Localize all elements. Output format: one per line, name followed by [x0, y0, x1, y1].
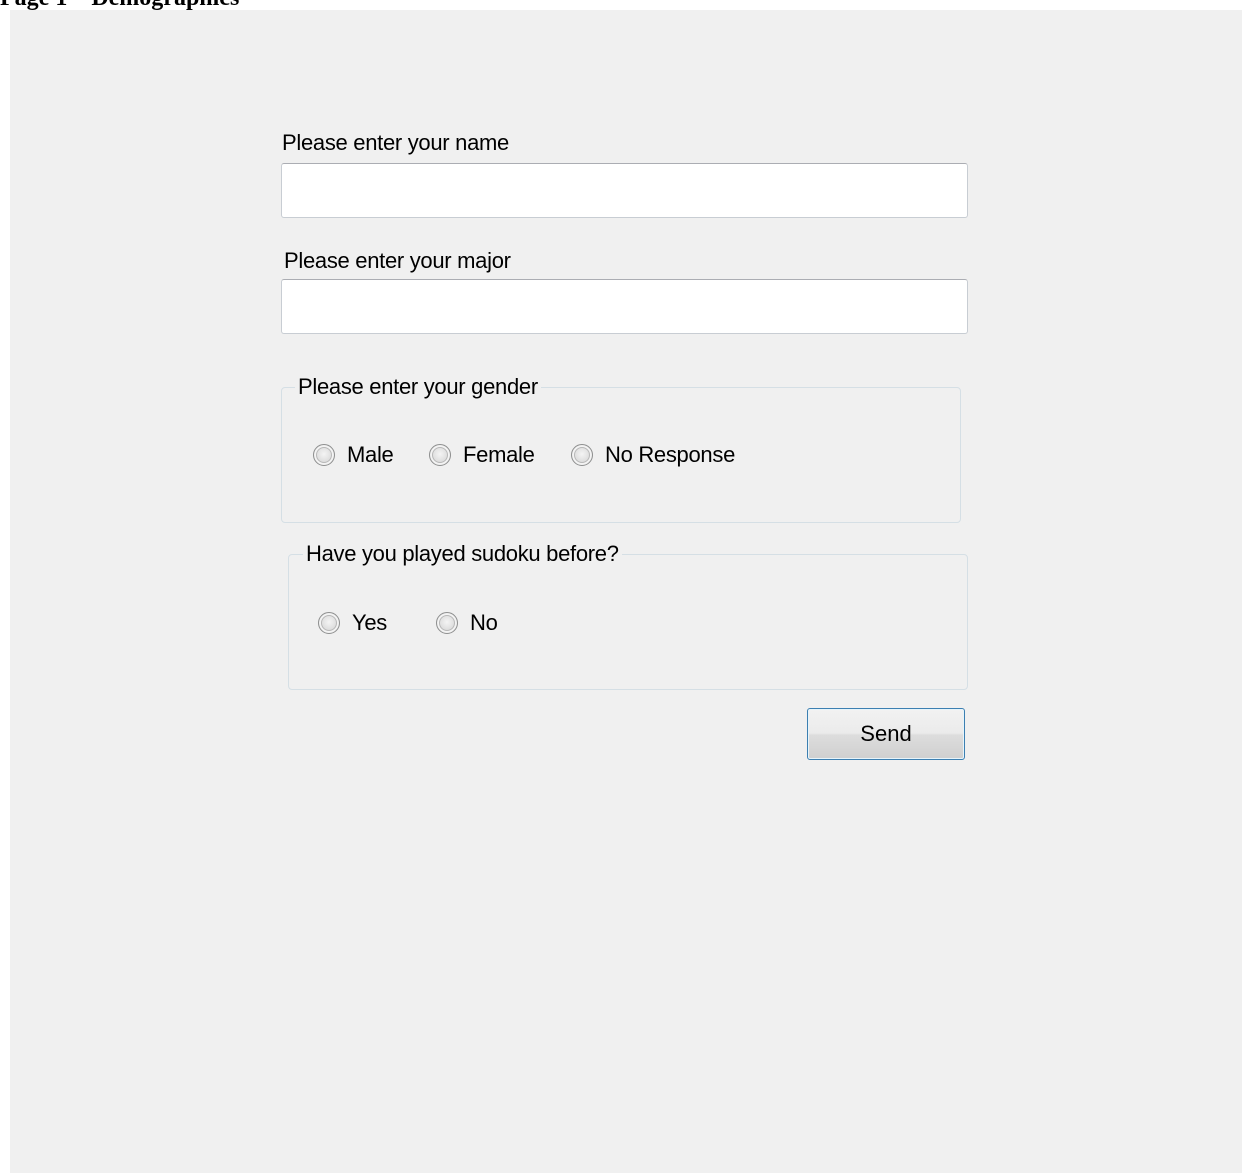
- name-input[interactable]: [281, 163, 968, 218]
- gender-group-legend: Please enter your gender: [295, 374, 541, 400]
- radio-no[interactable]: No: [436, 609, 498, 637]
- radio-button-icon[interactable]: [571, 444, 593, 466]
- major-label: Please enter your major: [284, 248, 511, 273]
- send-button[interactable]: Send: [807, 708, 965, 760]
- radio-label-yes: Yes: [352, 610, 387, 635]
- radio-label-no-response: No Response: [605, 442, 735, 467]
- radio-label-male: Male: [347, 442, 394, 467]
- radio-no-response[interactable]: No Response: [571, 441, 735, 469]
- gender-groupbox: Please enter your gender Male Female No …: [281, 374, 961, 523]
- radio-button-icon[interactable]: [436, 612, 458, 634]
- radio-female[interactable]: Female: [429, 441, 535, 469]
- radio-label-female: Female: [463, 442, 535, 467]
- sudoku-groupbox: Have you played sudoku before? Yes No: [288, 541, 968, 690]
- demographics-form: Please enter your name Please enter your…: [10, 10, 1242, 1173]
- radio-button-icon[interactable]: [313, 444, 335, 466]
- page-heading: Page 1 – Demographics: [0, 0, 239, 10]
- name-label: Please enter your name: [282, 130, 509, 155]
- sudoku-group-legend: Have you played sudoku before?: [303, 541, 622, 567]
- radio-button-icon[interactable]: [429, 444, 451, 466]
- radio-yes[interactable]: Yes: [318, 609, 387, 637]
- radio-button-icon[interactable]: [318, 612, 340, 634]
- radio-label-no: No: [470, 610, 498, 635]
- major-input[interactable]: [281, 279, 968, 334]
- radio-male[interactable]: Male: [313, 441, 394, 469]
